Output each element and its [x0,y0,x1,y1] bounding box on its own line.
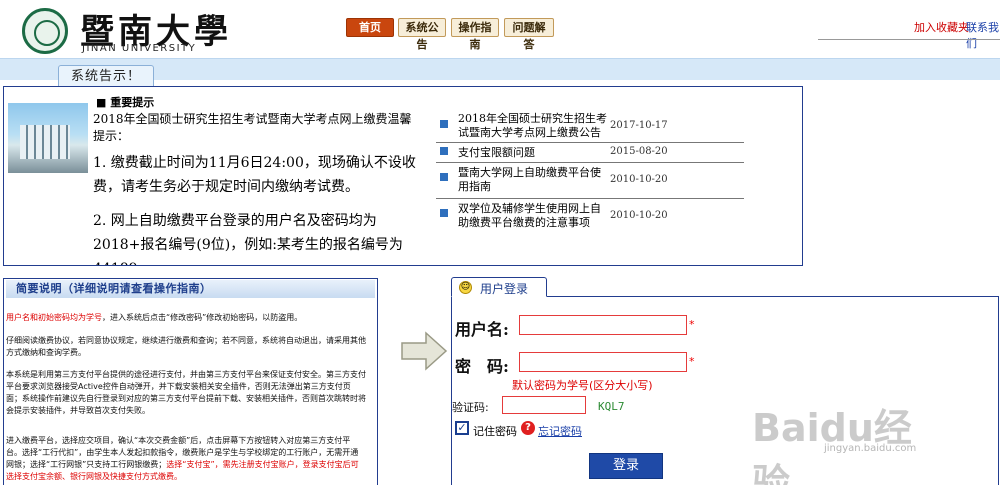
notice-title: 重要提示 [96,94,154,110]
forgot-password-link[interactable]: 忘记密码 [538,423,582,439]
guide-paragraph-1-rest: ，进入系统后点击“修改密码”修改初始密码，以防盗用。 [102,313,303,322]
news-item[interactable]: 2018年全国硕士研究生招生考试暨南大学考点网上缴费公告 2017-10-17 [436,109,744,143]
password-hint: 默认密码为学号(区分大小写) [512,379,653,392]
login-title: 用户登录 [480,282,529,296]
watermark-url: jingyan.baidu.com [824,443,917,454]
nav-guide[interactable]: 操作指南 [451,18,499,51]
arrow-icon [440,209,448,217]
captcha-image[interactable]: KQL7 [598,400,625,413]
news-date: 2017-10-17 [610,120,668,131]
baidu-watermark: Baidu经验 jingyan.baidu.com [752,397,942,485]
guide-title: 简要说明（详细说明请查看操作指南） [6,280,375,298]
news-item[interactable]: 支付宝限额问题 2015-08-20 [436,143,744,163]
header-divider [818,39,1000,40]
login-tab: ☺ 用户登录 [451,277,547,297]
login-button[interactable]: 登录 [589,453,663,479]
building-photo [8,103,88,173]
news-title[interactable]: 暨南大学网上自助缴费平台使用指南 [458,166,610,194]
add-favorite-link[interactable]: 加入收藏夹 [914,19,969,35]
captcha-label: 验证码: [452,401,489,414]
remember-checkbox[interactable]: ✓ [455,421,469,435]
guide-paragraph-3: 本系统是利用第三方支付平台提供的途径进行支付，并由第三方支付平台来保证支付安全。… [6,370,366,415]
right-arrow-icon [401,331,448,371]
nav-faq[interactable]: 问题解答 [504,18,554,51]
notice-heading: 2018年全国硕士研究生招生考试暨南大学考点网上缴费温馨提示： [93,112,412,143]
nav-announcements[interactable]: 系统公告 [398,18,446,51]
guide-paragraph-2: 仔细阅读缴费协议，若同意协议规定，继续进行缴费和查询；若不同意，系统将自动退出，… [6,336,366,357]
username-input[interactable] [519,315,687,335]
notice-panel: 重要提示 2018年全国硕士研究生招生考试暨南大学考点网上缴费温馨提示： 1. … [3,86,803,266]
notice-paragraph-2: 2. 网上自助缴费平台登录的用户名及密码均为2018+报名编号(9位)，例如:某… [93,213,403,265]
guide-paragraph-1: 用户名和初始密码均为学号，进入系统后点击“修改密码”修改初始密码，以防盗用。 [6,312,366,324]
university-seal-logo [22,8,68,54]
smiley-icon: ☺ [459,281,472,294]
watermark-text: Baidu经验 [752,406,912,485]
news-item[interactable]: 暨南大学网上自助缴费平台使用指南 2010-10-20 [436,163,744,199]
arrow-icon [440,173,448,181]
remember-label: 记住密码 [473,425,517,438]
notice-tab[interactable]: 系统告示！ [58,65,154,87]
nav-home[interactable]: 首页 [346,18,394,37]
password-input[interactable] [519,352,687,372]
password-label: 密 码: [455,357,509,376]
notice-paragraph-1: 1. 缴费截止时间为11月6日24:00，现场确认不设收费，请考生务必于规定时间… [93,155,416,195]
news-title[interactable]: 双学位及辅修学生使用网上自助缴费平台缴费的注意事项 [458,202,610,230]
captcha-input[interactable] [502,396,586,414]
question-icon: ? [521,421,535,435]
contact-link[interactable]: 联系我们 [966,19,1000,51]
arrow-icon [440,147,448,155]
news-date: 2015-08-20 [610,146,668,157]
news-date: 2010-10-20 [610,174,668,185]
guide-paragraph-1-red: 用户名和初始密码均为学号 [6,313,102,322]
news-title[interactable]: 支付宝限额问题 [458,146,610,160]
logo-english-text: JINAN UNIVERSITY [82,43,197,54]
arrow-icon [440,120,448,128]
news-item[interactable]: 双学位及辅修学生使用网上自助缴费平台缴费的注意事项 2010-10-20 [436,199,744,234]
guide-paragraph-4: 进入缴费平台，选择应交项目，确认“本次交费金额”后，点击屏幕下方按钮转入对应第三… [6,435,366,483]
guide-panel: 简要说明（详细说明请查看操作指南） 用户名和初始密码均为学号，进入系统后点击“修… [3,278,378,485]
required-mark: * [689,355,695,368]
username-label: 用户名: [455,320,509,339]
page: 暨南大學 JINAN UNIVERSITY 首页 系统公告 操作指南 问题解答 … [0,0,1000,485]
news-title[interactable]: 2018年全国硕士研究生招生考试暨南大学考点网上缴费公告 [458,112,610,140]
news-date: 2010-10-20 [610,210,668,221]
required-mark: * [689,318,695,331]
